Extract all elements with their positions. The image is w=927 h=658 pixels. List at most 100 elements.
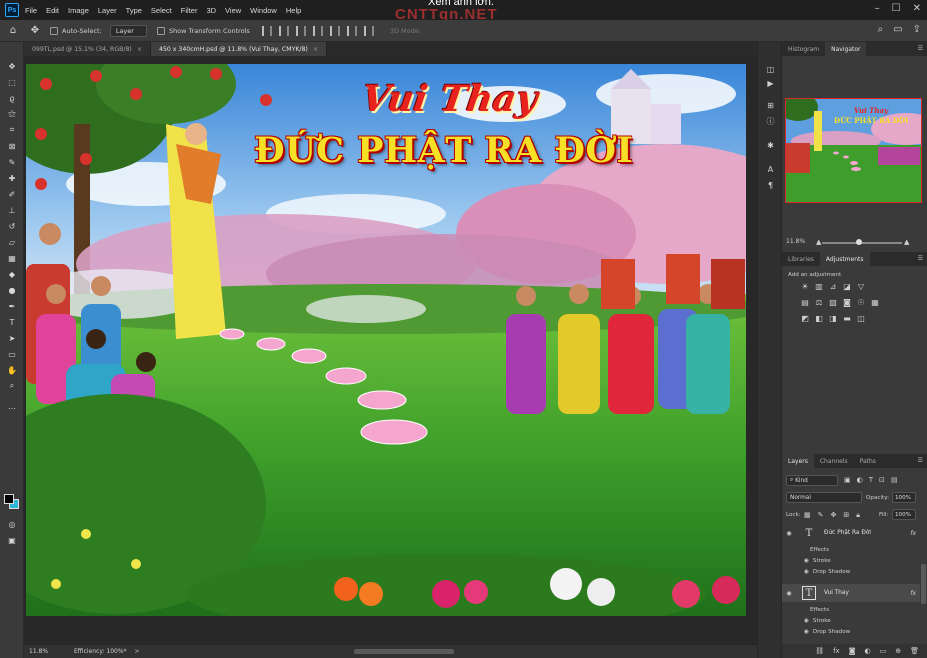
zoom-icon[interactable]: ⌕: [5, 380, 19, 392]
lock-pixels-icon[interactable]: ▦: [804, 511, 811, 520]
blend-mode-dropdown[interactable]: Normal: [786, 492, 862, 503]
move-icon[interactable]: ✥: [5, 60, 19, 72]
blur-icon[interactable]: ◆: [5, 268, 19, 280]
filter-shape-icon[interactable]: ⊡: [879, 476, 885, 484]
new-adjustment-icon[interactable]: ◐: [865, 647, 871, 655]
add-mask-icon[interactable]: ◙: [849, 647, 856, 655]
frame-icon[interactable]: ⊠: [5, 140, 19, 152]
opacity-field[interactable]: 100%: [892, 492, 916, 503]
align-right-icon[interactable]: [295, 25, 306, 36]
tab-document-2[interactable]: 450 x 340cmH.psd @ 11.8% (Vui Thay, CMYK…: [151, 42, 328, 56]
paragraph-icon[interactable]: ¶: [765, 180, 776, 191]
menu-3d[interactable]: 3D: [206, 6, 216, 15]
tab-layers[interactable]: Layers: [782, 454, 814, 468]
align-bottom-icon[interactable]: [346, 25, 357, 36]
eye-icon[interactable]: ◉: [782, 530, 796, 537]
effect-drop-shadow-row[interactable]: ◉ Drop Shadow: [782, 566, 920, 577]
layer-name[interactable]: Vui Thay: [824, 590, 910, 596]
menu-layer[interactable]: Layer: [98, 6, 117, 15]
effect-stroke-row[interactable]: ◉ Stroke: [782, 615, 920, 626]
history-icon[interactable]: ◫: [765, 64, 776, 75]
eraser-icon[interactable]: ▱: [5, 236, 19, 248]
filter-adjustment-icon[interactable]: ◐: [857, 476, 863, 484]
eye-icon[interactable]: ◉: [804, 569, 809, 575]
share-icon[interactable]: ⇪: [913, 24, 921, 35]
screen-mode-icon[interactable]: ▣: [5, 534, 19, 546]
tab-libraries[interactable]: Libraries: [782, 252, 820, 266]
type-icon[interactable]: T: [5, 316, 19, 328]
minimize-icon[interactable]: –: [875, 3, 880, 14]
zoom-in-icon[interactable]: ▲: [904, 238, 909, 246]
lock-paint-icon[interactable]: ✎: [818, 511, 824, 520]
close-icon[interactable]: ✕: [913, 3, 921, 14]
healing-brush-icon[interactable]: ✚: [5, 172, 19, 184]
new-group-icon[interactable]: ▭: [880, 647, 887, 655]
filter-pixel-icon[interactable]: ▣: [844, 476, 851, 484]
fill-field[interactable]: 100%: [892, 509, 916, 520]
menu-filter[interactable]: Filter: [181, 6, 198, 15]
lock-all-icon[interactable]: 🔒︎: [856, 511, 860, 520]
menu-view[interactable]: View: [225, 6, 241, 15]
gradient-map-icon[interactable]: ▬: [842, 314, 852, 323]
layers-scrollbar[interactable]: [921, 564, 926, 604]
lock-artboard-icon[interactable]: ⊞: [843, 511, 849, 520]
menu-type[interactable]: Type: [126, 6, 142, 15]
effect-stroke-row[interactable]: ◉ Stroke: [782, 555, 920, 566]
eye-icon[interactable]: ◉: [804, 558, 809, 564]
photoshop-logo-icon[interactable]: Ps: [5, 3, 19, 17]
actions-play-icon[interactable]: ▶: [765, 78, 776, 89]
menu-image[interactable]: Image: [68, 6, 89, 15]
horizontal-scrollbar[interactable]: [354, 649, 454, 654]
navigator-zoom[interactable]: 11.8%: [786, 238, 805, 245]
filter-type-icon[interactable]: T: [869, 476, 873, 484]
align-center-icon[interactable]: [278, 25, 289, 36]
zoom-field[interactable]: 11.8%: [24, 648, 54, 655]
navigator-zoom-slider[interactable]: [822, 242, 902, 244]
new-layer-icon[interactable]: ⊕: [895, 647, 901, 655]
layer-row[interactable]: ◉ T Vui Thay fx: [782, 584, 920, 602]
tab-histogram[interactable]: Histogram: [782, 42, 825, 56]
move-tool-icon[interactable]: ✥: [28, 24, 42, 38]
tab-document-1[interactable]: 099TL.psd @ 15.1% (34, RGB/8) ×: [24, 42, 152, 56]
posterize-icon[interactable]: ◧: [814, 314, 824, 323]
align-left-icon[interactable]: [261, 25, 272, 36]
search-icon[interactable]: ⌕: [878, 24, 884, 35]
layer-name[interactable]: Đức Phật Ra Đời: [824, 530, 910, 536]
magic-wand-icon[interactable]: ⚝: [5, 108, 19, 120]
info-icon[interactable]: ⓘ: [765, 116, 776, 127]
close-icon[interactable]: ×: [313, 46, 318, 53]
tab-navigator[interactable]: Navigator: [825, 42, 867, 56]
layer-row[interactable]: ◉ T Đức Phật Ra Đời fx: [782, 524, 920, 542]
exposure-icon[interactable]: ◪: [842, 282, 852, 291]
levels-icon[interactable]: ▥: [814, 282, 824, 291]
channel-mixer-icon[interactable]: ☉: [856, 298, 866, 307]
delete-layer-icon[interactable]: 🗑︎: [910, 647, 919, 655]
close-icon[interactable]: ×: [137, 46, 142, 53]
vibrance-icon[interactable]: ▽: [856, 282, 866, 291]
crop-icon[interactable]: ⌗: [5, 124, 19, 136]
properties-icon[interactable]: ⊞: [765, 100, 776, 111]
maximize-icon[interactable]: ☐: [892, 3, 901, 14]
lasso-icon[interactable]: ϱ: [5, 92, 19, 104]
rectangle-icon[interactable]: ▭: [5, 348, 19, 360]
link-layers-icon[interactable]: ⛓: [815, 647, 824, 655]
eye-icon[interactable]: ◉: [782, 590, 796, 597]
home-icon[interactable]: ⌂: [6, 24, 20, 38]
menu-edit[interactable]: Edit: [46, 6, 59, 15]
add-style-icon[interactable]: fx: [833, 647, 840, 655]
panel-menu-icon[interactable]: ☰: [918, 255, 923, 262]
menu-select[interactable]: Select: [151, 6, 172, 15]
workspace-icon[interactable]: ▭: [893, 24, 902, 35]
history-brush-icon[interactable]: ↺: [5, 220, 19, 232]
more-tools-icon[interactable]: …: [5, 400, 19, 412]
tab-adjustments[interactable]: Adjustments: [819, 252, 870, 266]
lock-position-icon[interactable]: ✥: [831, 511, 837, 520]
zoom-out-icon[interactable]: ▲: [816, 238, 821, 246]
brightness-icon[interactable]: ☀: [800, 282, 810, 291]
color-lookup-icon[interactable]: ▦: [870, 298, 880, 307]
eye-icon[interactable]: ◉: [804, 618, 809, 624]
selective-color-icon[interactable]: ◫: [856, 314, 866, 323]
menu-file[interactable]: File: [25, 6, 37, 15]
hand-icon[interactable]: ✋: [5, 364, 19, 376]
layer-filter-kind[interactable]: ⌕ Kind: [786, 475, 838, 486]
